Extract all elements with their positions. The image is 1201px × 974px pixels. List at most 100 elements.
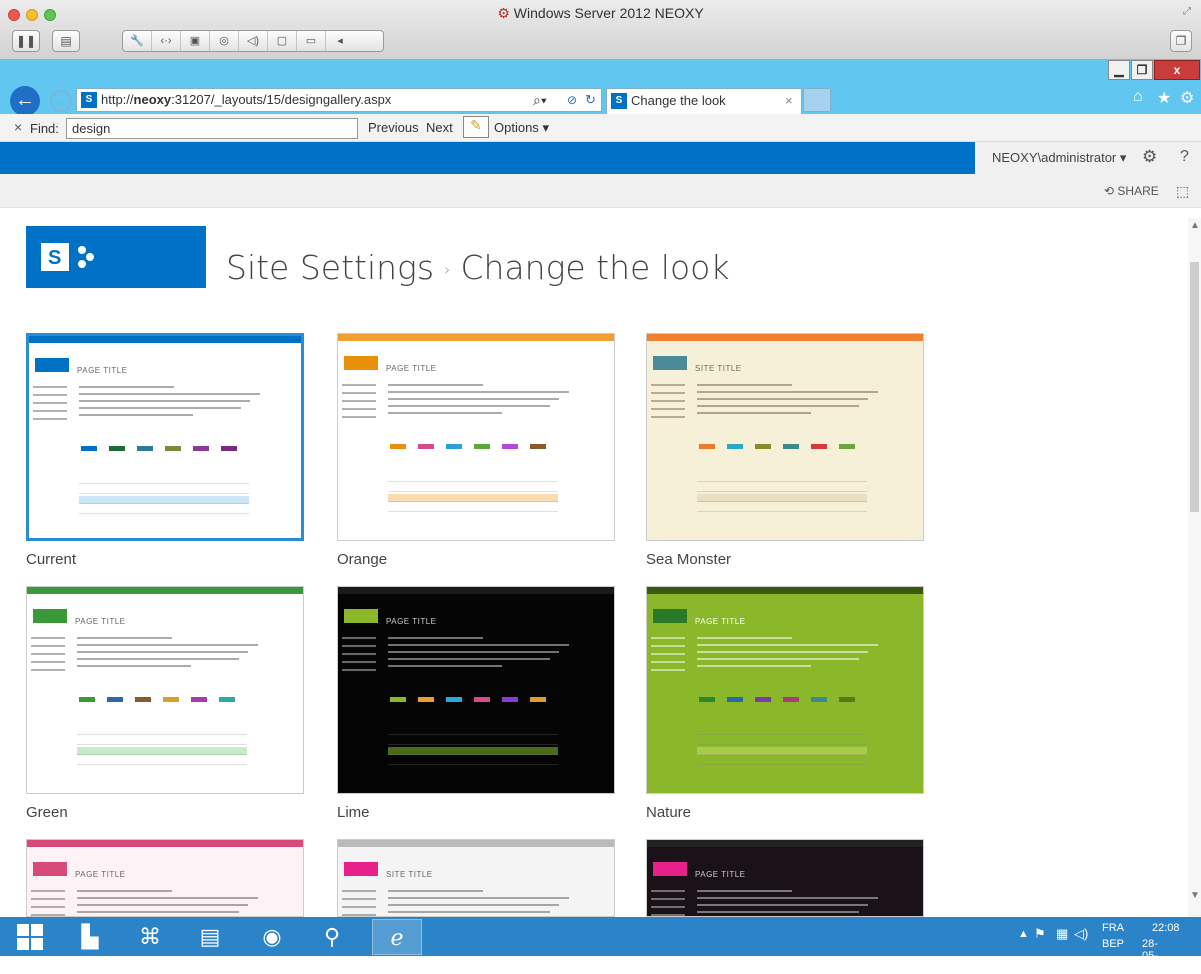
- refresh-icon[interactable]: ↻: [585, 89, 596, 111]
- thumbnail-left-nav: [342, 637, 376, 677]
- sound-icon[interactable]: ◁): [239, 31, 268, 51]
- theme-name-label[interactable]: Current: [26, 551, 76, 568]
- thumbnail-text-line: [388, 644, 569, 646]
- find-options-button[interactable]: Options ▾: [494, 120, 549, 136]
- theme-thumbnail[interactable]: PAGE TITLE: [26, 839, 304, 917]
- accent-swatch: [502, 444, 518, 449]
- thumbnail-text-line: [388, 405, 550, 407]
- share-folder-icon[interactable]: ▭: [297, 31, 326, 51]
- thumbnail-body-text: [79, 386, 269, 421]
- chrome-icon[interactable]: ◉: [250, 919, 294, 955]
- volume-icon[interactable]: ◁): [1074, 926, 1088, 942]
- theme-thumbnail[interactable]: SITE TITLE: [337, 839, 615, 917]
- close-button[interactable]: x: [1154, 60, 1200, 80]
- tray-expand-icon[interactable]: ▲: [1018, 928, 1029, 940]
- network-icon[interactable]: ‹·›: [152, 31, 181, 51]
- action-center-flag-icon[interactable]: ⚑: [1034, 926, 1046, 942]
- key-manager-icon[interactable]: ⚲: [310, 919, 354, 955]
- forward-arrow-icon: →: [55, 94, 67, 108]
- fullscreen-arrows-icon[interactable]: ⤢: [1183, 6, 1191, 17]
- tab-change-the-look[interactable]: S Change the look ×: [606, 88, 802, 114]
- thumbnail-text-line: [79, 386, 174, 388]
- theme-name-label[interactable]: Lime: [337, 804, 370, 821]
- thumbnail-text-line: [388, 904, 559, 906]
- scroll-up-icon[interactable]: ▲: [1190, 220, 1200, 231]
- theme-thumbnail[interactable]: PAGE TITLE: [26, 333, 304, 541]
- thumbnail-list-row: [697, 504, 867, 512]
- user-menu[interactable]: NEOXY\administrator ▾: [992, 150, 1126, 166]
- camera-icon[interactable]: ◎: [210, 31, 239, 51]
- disk-icon[interactable]: ▣: [181, 31, 210, 51]
- theme-name-label[interactable]: Sea Monster: [646, 551, 731, 568]
- favorites-star-icon[interactable]: ★: [1157, 88, 1171, 108]
- settings-gear-icon[interactable]: ⚙: [1142, 147, 1157, 167]
- pause-button[interactable]: ❚❚: [12, 30, 40, 52]
- collapse-arrow-icon[interactable]: ◂: [326, 31, 354, 51]
- theme-name-label[interactable]: Green: [26, 804, 68, 821]
- thumbnail-text-line: [79, 414, 193, 416]
- highlight-pen-icon[interactable]: ✎: [463, 116, 489, 138]
- scrollbar-thumb[interactable]: [1190, 262, 1199, 512]
- thumbnail-body-text: [388, 890, 578, 916]
- thumbnail-text-line: [388, 412, 502, 414]
- search-icon[interactable]: ⌕▾: [533, 89, 547, 111]
- theme-thumbnail[interactable]: PAGE TITLE: [26, 586, 304, 794]
- accent-swatch: [135, 697, 151, 702]
- find-close-icon[interactable]: ×: [14, 119, 22, 135]
- thumbnail-topbar: [338, 587, 614, 594]
- snapshot-button[interactable]: ▤: [52, 30, 80, 52]
- thumbnail-list-row: [79, 506, 249, 514]
- thumbnail-accent-swatches: [79, 697, 235, 702]
- file-explorer-icon[interactable]: ▤: [188, 919, 232, 955]
- tab-close-icon[interactable]: ×: [785, 89, 793, 113]
- sharepoint-logo[interactable]: S: [26, 226, 206, 288]
- breadcrumb-site-settings[interactable]: Site Settings: [226, 248, 434, 287]
- stop-icon[interactable]: ⊘: [567, 89, 577, 111]
- theme-thumbnail[interactable]: SITE TITLE: [646, 333, 924, 541]
- theme-thumbnail[interactable]: PAGE TITLE: [646, 839, 924, 917]
- internet-explorer-icon[interactable]: ℯ: [372, 919, 422, 955]
- thumbnail-nav-line: [33, 418, 67, 420]
- thumbnail-nav-line: [33, 402, 67, 404]
- back-button[interactable]: ←: [10, 86, 40, 116]
- find-previous-button[interactable]: Previous: [368, 120, 419, 135]
- find-input[interactable]: design: [66, 118, 358, 139]
- vm-app-icon: ⚙: [497, 5, 510, 21]
- tools-gear-icon[interactable]: ⚙: [1180, 88, 1194, 108]
- thumbnail-nav-line: [342, 669, 376, 671]
- thumbnail-body-text: [77, 637, 267, 672]
- thumbnail-nav-line: [342, 384, 376, 386]
- home-icon[interactable]: ⌂: [1133, 88, 1143, 106]
- theme-thumbnail[interactable]: PAGE TITLE: [646, 586, 924, 794]
- accent-swatch: [79, 697, 95, 702]
- new-tab-button[interactable]: [803, 88, 831, 112]
- server-manager-icon[interactable]: ▙: [68, 919, 112, 955]
- keyboard-layout-indicator[interactable]: BEP: [1102, 938, 1124, 950]
- forward-button[interactable]: →: [50, 90, 72, 112]
- settings-wrench-icon[interactable]: 🔧: [123, 31, 152, 51]
- theme-name-label[interactable]: Orange: [337, 551, 387, 568]
- network-tray-icon[interactable]: ▦: [1056, 926, 1068, 942]
- theme-thumbnail[interactable]: PAGE TITLE: [337, 333, 615, 541]
- usb-icon[interactable]: ▢: [268, 31, 297, 51]
- find-next-button[interactable]: Next: [426, 120, 453, 135]
- help-icon[interactable]: ?: [1180, 148, 1189, 166]
- focus-on-content-icon[interactable]: ⬚: [1176, 183, 1189, 200]
- clock-time[interactable]: 22:08: [1152, 922, 1180, 934]
- theme-thumbnail[interactable]: PAGE TITLE: [337, 586, 615, 794]
- thumbnail-nav-line: [342, 898, 376, 900]
- thumbnail-text-line: [77, 911, 239, 913]
- thumbnail-text-line: [388, 665, 502, 667]
- thumbnail-text-line: [697, 637, 792, 639]
- vm-window-toggle-button[interactable]: ❐: [1170, 30, 1192, 52]
- address-bar[interactable]: S http://neoxy:31207/_layouts/15/designg…: [76, 88, 602, 112]
- minimize-button[interactable]: ▁: [1108, 60, 1130, 80]
- theme-name-label[interactable]: Nature: [646, 804, 691, 821]
- share-button[interactable]: ⟲ SHARE: [1104, 184, 1159, 198]
- clock-date[interactable]: 28-05-14: [1142, 938, 1158, 974]
- powershell-icon[interactable]: ⌘: [128, 919, 172, 955]
- scroll-down-icon[interactable]: ▼: [1190, 890, 1200, 901]
- start-windows-icon[interactable]: [8, 919, 52, 955]
- restore-button[interactable]: ❐: [1131, 60, 1153, 80]
- language-indicator[interactable]: FRA: [1102, 922, 1124, 934]
